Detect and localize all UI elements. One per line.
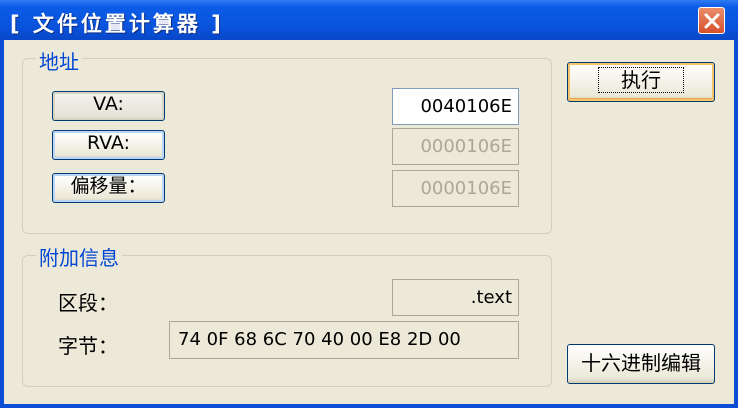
bytes-label: 字节： [58, 334, 118, 358]
offset-button[interactable]: 偏移量： [52, 173, 165, 203]
va-button[interactable]: VA: [52, 91, 165, 121]
dialog-client: 地址 VA: RVA: 偏移量： 0040106E 0000106E 00001… [4, 40, 734, 404]
info-group-label: 附加信息 [36, 242, 122, 271]
window-title: [ 文件位置计算器 ] [10, 12, 224, 36]
address-group-label: 地址 [36, 46, 82, 75]
title-bar[interactable]: [ 文件位置计算器 ] [0, 0, 738, 40]
calculator-window: [ 文件位置计算器 ] 地址 VA: RVA: 偏移量： 0040106E 00… [0, 0, 738, 408]
section-value: .text [392, 279, 519, 316]
execute-button[interactable]: 执行 [567, 62, 715, 102]
va-input[interactable]: 0040106E [392, 88, 519, 125]
execute-button-label: 执行 [598, 67, 684, 93]
hex-edit-button[interactable]: 十六进制编辑 [567, 344, 715, 384]
rva-input[interactable]: 0000106E [392, 128, 519, 165]
rva-button[interactable]: RVA: [52, 130, 165, 160]
bytes-value: 74 0F 68 6C 70 40 00 E8 2D 00 [169, 321, 519, 359]
close-button[interactable] [698, 7, 725, 34]
section-label: 区段： [58, 291, 118, 315]
rva-button-label: RVA: [86, 132, 130, 154]
offset-input[interactable]: 0000106E [392, 170, 519, 207]
offset-button-label: 偏移量： [70, 175, 147, 197]
hex-edit-button-label: 十六进制编辑 [581, 351, 701, 375]
va-button-label: VA: [93, 93, 124, 115]
